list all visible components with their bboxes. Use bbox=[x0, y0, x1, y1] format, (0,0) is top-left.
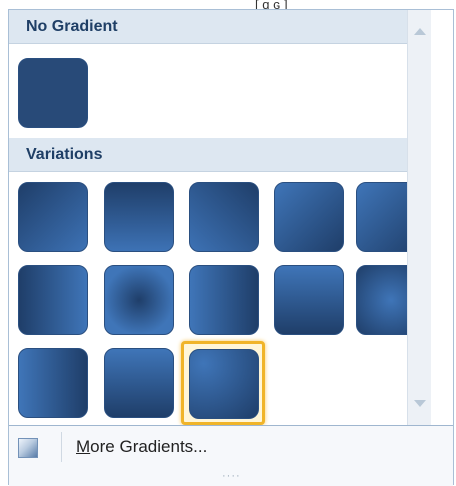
gradient-gallery-scroll-area: No Gradient Variations bbox=[9, 10, 431, 425]
no-gradient-swatch[interactable] bbox=[18, 58, 88, 128]
variation-swatch-8[interactable] bbox=[189, 265, 259, 335]
gallery-footer: More Gradients... ···· bbox=[9, 425, 453, 486]
variation-swatch-9[interactable] bbox=[274, 265, 344, 335]
more-gradients-icon[interactable] bbox=[18, 438, 38, 458]
variation-swatch-2[interactable] bbox=[104, 182, 174, 252]
variation-swatch-12[interactable] bbox=[104, 348, 174, 418]
scroll-up-icon[interactable] bbox=[414, 28, 426, 35]
variation-swatch-3[interactable] bbox=[189, 182, 259, 252]
more-gradients-button[interactable]: More Gradients... bbox=[76, 437, 207, 457]
section-title-variations: Variations bbox=[26, 146, 103, 163]
variation-swatch-4[interactable] bbox=[274, 182, 344, 252]
variation-swatch-11[interactable] bbox=[18, 348, 88, 418]
variation-swatch-7[interactable] bbox=[104, 265, 174, 335]
screenshot-root: { "sections": { "no_gradient": { "title"… bbox=[0, 0, 456, 486]
footer-divider bbox=[61, 432, 62, 462]
gallery-scrollbar[interactable] bbox=[407, 10, 431, 425]
section-header-variations: Variations bbox=[9, 138, 431, 172]
more-gradients-mnemonic: M bbox=[76, 437, 91, 456]
more-gradients-label: ore Gradients... bbox=[90, 437, 208, 456]
gradient-gallery-panel: No Gradient Variations More Gradients... bbox=[8, 9, 454, 486]
variation-swatch-1[interactable] bbox=[18, 182, 88, 252]
variation-swatch-13-selected[interactable] bbox=[189, 349, 259, 419]
resize-grip-icon[interactable]: ···· bbox=[222, 470, 241, 482]
top-edge-fragment: [ ɑ ɢ ] bbox=[255, 0, 288, 12]
section-header-no-gradient: No Gradient bbox=[9, 10, 431, 44]
variation-swatch-6[interactable] bbox=[18, 265, 88, 335]
section-title-no-gradient: No Gradient bbox=[26, 18, 118, 35]
scroll-down-icon[interactable] bbox=[414, 400, 426, 407]
